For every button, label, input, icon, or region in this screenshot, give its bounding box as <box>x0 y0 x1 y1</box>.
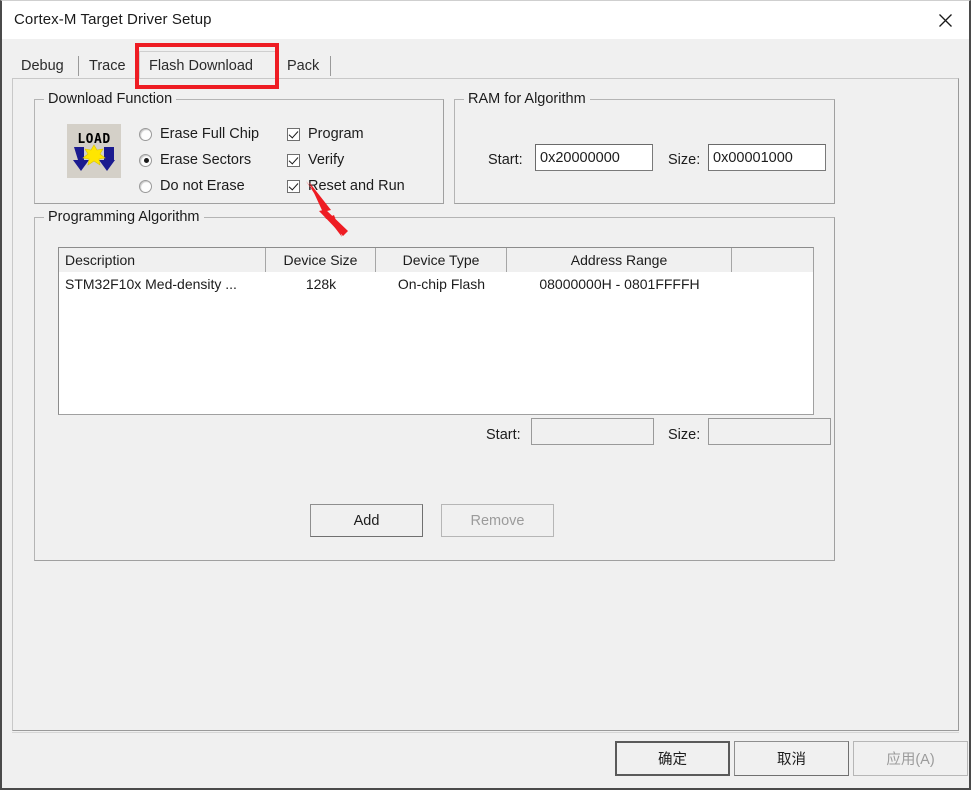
checkbox-label: Reset and Run <box>308 178 405 194</box>
close-icon[interactable] <box>921 1 969 39</box>
radio-erase-full-chip[interactable]: Erase Full Chip <box>139 126 259 142</box>
apply-button[interactable]: 应用(A) <box>853 741 968 776</box>
tab-divider <box>78 56 79 76</box>
title-bar: Cortex-M Target Driver Setup <box>2 1 969 39</box>
column-header-description[interactable]: Description <box>59 248 266 272</box>
algo-size-input[interactable] <box>708 418 831 445</box>
programming-algorithm-legend: Programming Algorithm <box>44 209 204 225</box>
checkbox-indicator <box>287 153 300 167</box>
column-header-device-type[interactable]: Device Type <box>376 248 507 272</box>
algo-start-label: Start: <box>486 427 521 443</box>
cancel-button[interactable]: 取消 <box>734 741 849 776</box>
tab-flash-download[interactable]: Flash Download <box>139 51 277 79</box>
ram-size-input[interactable]: 0x00001000 <box>708 144 826 171</box>
target-driver-setup-dialog: Cortex-M Target Driver Setup Debug Trace… <box>0 0 971 790</box>
ok-button[interactable]: 确定 <box>615 741 730 776</box>
download-function-legend: Download Function <box>44 91 177 107</box>
ram-start-input[interactable]: 0x20000000 <box>535 144 653 171</box>
remove-button[interactable]: Remove <box>441 504 554 537</box>
programming-algorithm-group: Programming Algorithm Description Device… <box>34 209 835 561</box>
ram-size-label: Size: <box>668 152 701 168</box>
radio-indicator <box>139 153 152 167</box>
cell-address-range: 08000000H - 0801FFFFH <box>539 276 700 292</box>
radio-label: Erase Sectors <box>160 152 252 168</box>
checkbox-label: Verify <box>308 152 345 168</box>
algo-size-label: Size: <box>668 427 701 443</box>
column-header-address-range[interactable]: Address Range <box>507 248 732 272</box>
ram-start-label: Start: <box>488 152 523 168</box>
checkbox-reset-and-run[interactable]: Reset and Run <box>287 178 405 194</box>
radio-label: Do not Erase <box>160 178 245 194</box>
column-header-blank[interactable] <box>732 248 813 272</box>
column-header-device-size[interactable]: Device Size <box>266 248 376 272</box>
checkbox-label: Program <box>308 126 364 142</box>
checkbox-indicator <box>287 127 300 141</box>
algo-start-input[interactable] <box>531 418 654 445</box>
table-header-row: Description Device Size Device Type Addr… <box>59 248 813 272</box>
flash-download-panel: Download Function LOAD Erase Full Chip E… <box>12 78 959 731</box>
flash-load-icon: LOAD <box>67 124 121 178</box>
cell-device-size: 128k <box>305 276 337 292</box>
tab-strip: Debug Trace Flash Download Pack <box>12 51 959 79</box>
ram-for-algorithm-legend: RAM for Algorithm <box>464 91 590 107</box>
table-row[interactable]: STM32F10x Med-density ... 128k On-chip F… <box>59 273 813 295</box>
window-title: Cortex-M Target Driver Setup <box>14 11 212 28</box>
cell-description: STM32F10x Med-density ... <box>65 276 237 292</box>
cell-device-type: On-chip Flash <box>397 276 486 292</box>
radio-erase-sectors[interactable]: Erase Sectors <box>139 152 251 168</box>
tab-trace[interactable]: Trace <box>80 53 135 79</box>
checkbox-verify[interactable]: Verify <box>287 152 344 168</box>
footer-divider <box>12 732 959 733</box>
tab-divider <box>330 56 331 76</box>
radio-label: Erase Full Chip <box>160 126 260 142</box>
download-function-group: Download Function LOAD Erase Full Chip E… <box>34 91 444 204</box>
programming-algorithm-table[interactable]: Description Device Size Device Type Addr… <box>58 247 814 415</box>
radio-indicator <box>139 127 152 141</box>
tab-pack[interactable]: Pack <box>278 53 329 79</box>
checkbox-program[interactable]: Program <box>287 126 364 142</box>
radio-indicator <box>139 179 152 193</box>
checkbox-indicator <box>287 179 300 193</box>
ram-for-algorithm-group: RAM for Algorithm Start: 0x20000000 Size… <box>454 91 835 204</box>
cell-blank <box>732 273 813 295</box>
add-button[interactable]: Add <box>310 504 423 537</box>
tab-debug[interactable]: Debug <box>12 53 73 79</box>
radio-do-not-erase[interactable]: Do not Erase <box>139 178 245 194</box>
